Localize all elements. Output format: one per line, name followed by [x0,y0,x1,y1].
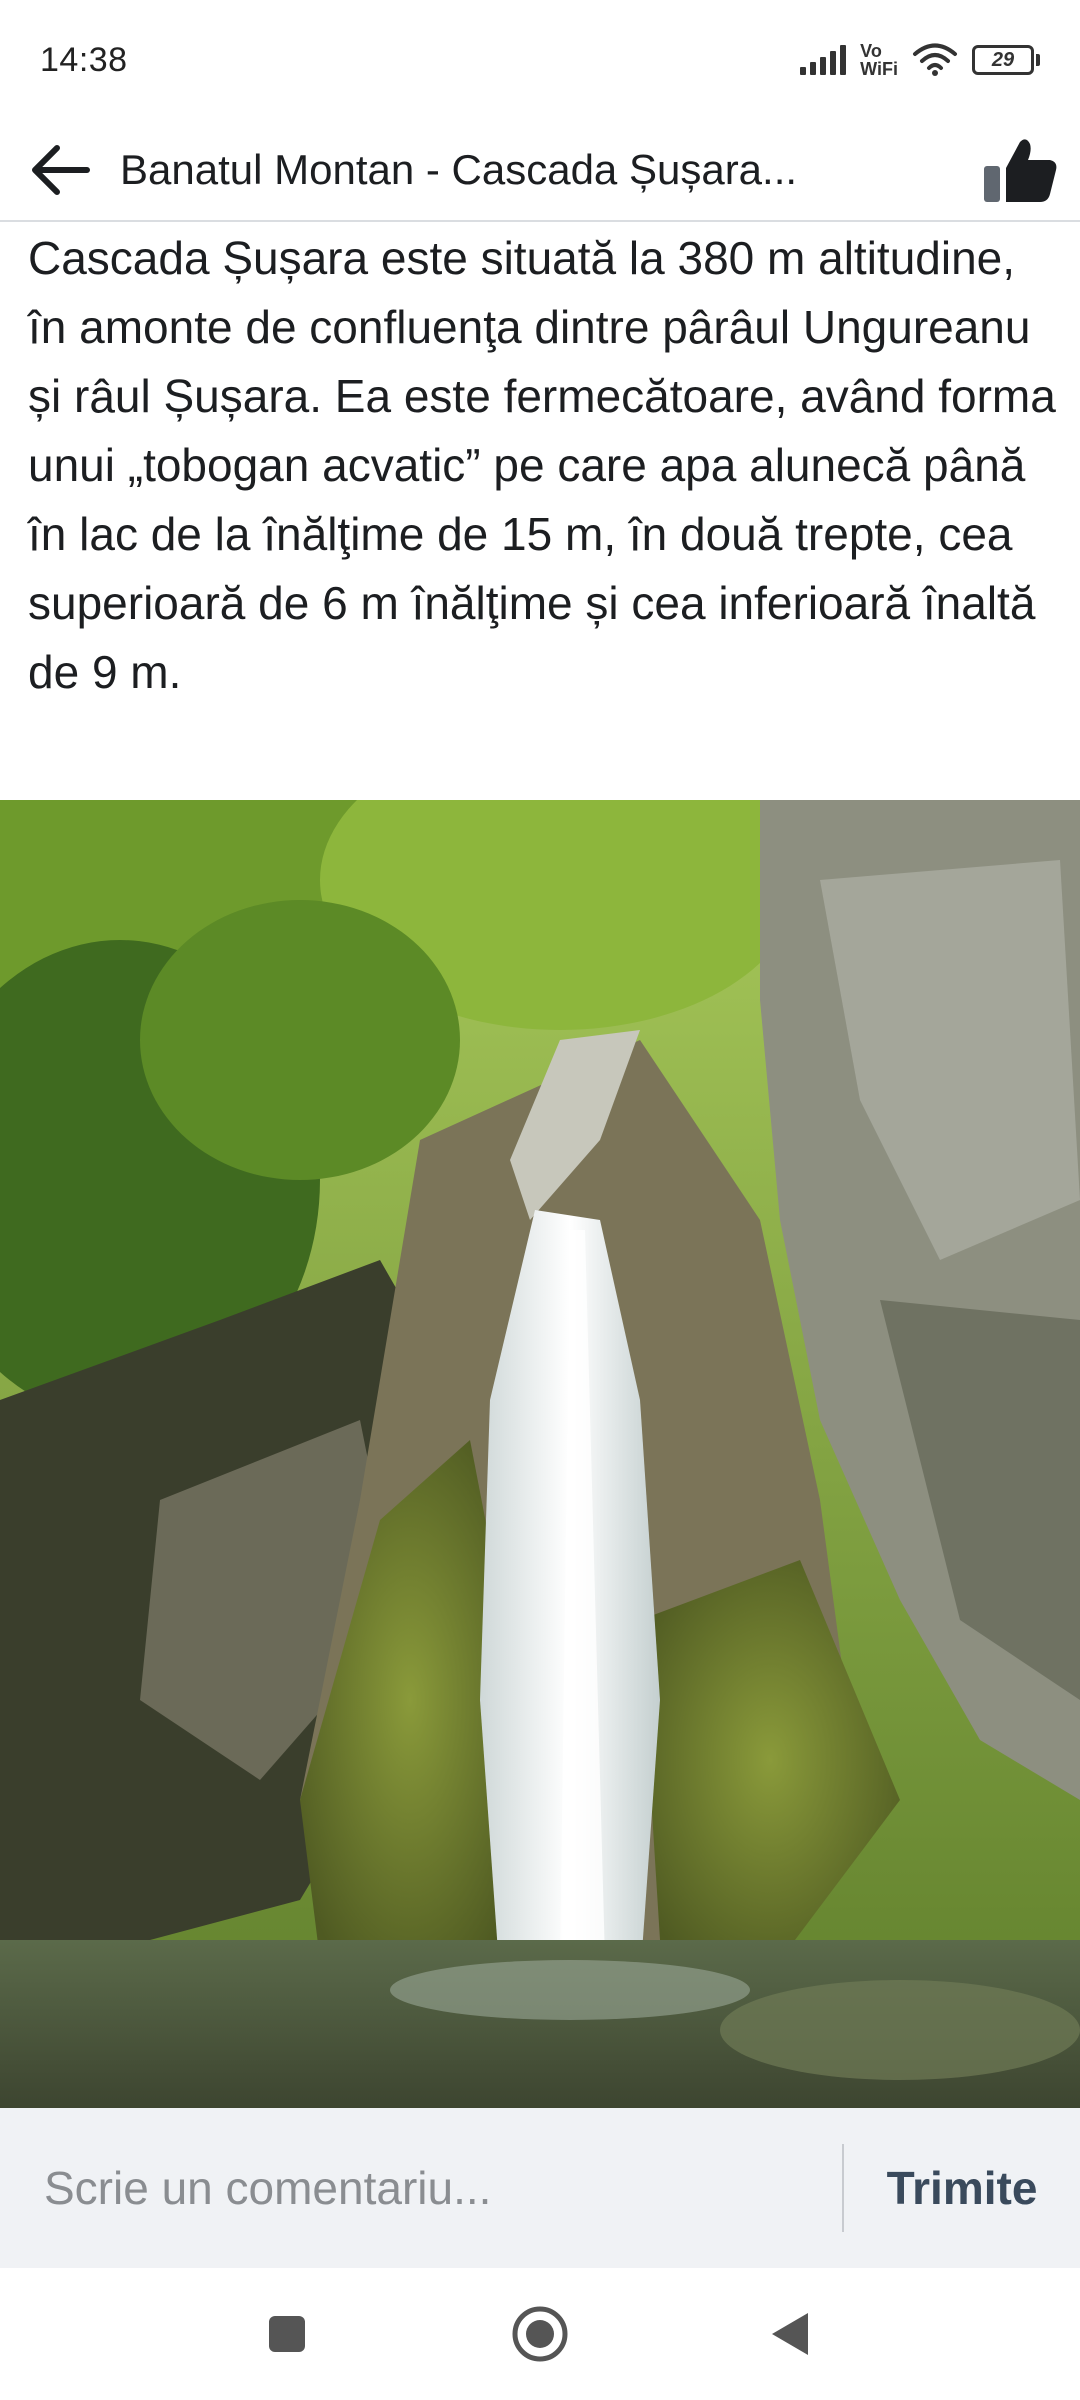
battery-level: 29 [991,48,1015,71]
recents-icon [269,2316,305,2352]
vowifi-label-top: Vo [860,41,882,61]
page-title: Banatul Montan - Cascada Șușara... [120,146,798,193]
wifi-icon [912,43,958,77]
back-button[interactable] [0,119,120,221]
home-icon [512,2306,568,2362]
vowifi-label-bottom: WiFi [860,59,898,79]
waterfall-image [0,800,1080,2108]
send-button[interactable]: Trimite [844,2108,1080,2268]
home-button[interactable] [480,2268,600,2400]
app-header: Banatul Montan - Cascada Șușara... [0,120,1080,222]
comment-bar: Trimite [0,2108,1080,2268]
post-photo[interactable] [0,800,1080,2108]
signal-icon [800,45,847,75]
back-icon [772,2313,808,2355]
status-bar: 14:38 Vo WiFi 29 [0,0,1080,120]
back-nav-button[interactable] [730,2268,850,2400]
battery-icon: 29 [972,45,1040,75]
status-time: 14:38 [40,40,128,79]
comment-input[interactable] [0,2108,842,2268]
like-button[interactable] [960,119,1080,221]
post-text: Cascada Șușara este situată la 380 m alt… [28,232,1056,698]
system-nav-bar [0,2268,1080,2400]
status-icons: Vo WiFi 29 [800,42,1040,78]
recents-button[interactable] [227,2268,347,2400]
vowifi-indicator: Vo WiFi [860,42,898,78]
thumbs-up-icon [984,139,1057,202]
arrow-left-icon [32,145,90,195]
